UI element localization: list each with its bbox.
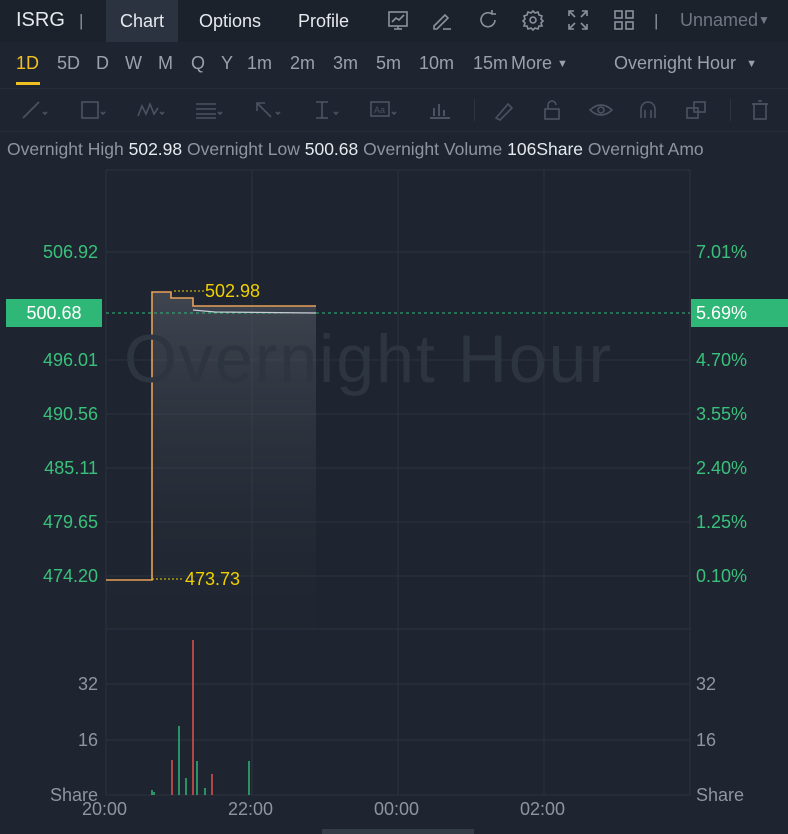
volume-axis-label: 16: [77, 730, 98, 750]
price-axis-label: 506.92: [42, 242, 98, 262]
price-axis-label: 490.56: [42, 404, 98, 424]
measure-tool-icon[interactable]: [310, 98, 340, 122]
interval-d[interactable]: D: [96, 53, 109, 74]
ticker-symbol[interactable]: ISRG: [16, 9, 65, 32]
svg-text:Aa: Aa: [374, 105, 385, 115]
overnight-high-value: 502.98: [128, 139, 183, 159]
magnet-icon[interactable]: [636, 98, 666, 122]
interval-1d[interactable]: 1D: [16, 53, 39, 74]
percent-axis-label: 3.55%: [696, 404, 748, 424]
trash-icon[interactable]: [748, 98, 778, 122]
caret-down-icon: ▼: [557, 58, 568, 70]
layout-name: Unnamed: [680, 10, 759, 30]
lock-icon[interactable]: [540, 98, 570, 122]
percent-axis-label: 7.01%: [696, 242, 748, 262]
overnight-volume-value: 106Share: [507, 139, 584, 159]
arrow-tool-icon[interactable]: [252, 98, 282, 122]
divider: [730, 99, 731, 121]
overnight-high-label: Overnight High: [7, 139, 124, 159]
fibonacci-tool-icon[interactable]: [194, 98, 224, 122]
interval-10m[interactable]: 10m: [419, 53, 454, 74]
current-price-tag: 500.68: [6, 299, 102, 327]
edit-icon[interactable]: [430, 8, 454, 32]
session-select[interactable]: Overnight Hour ▼: [614, 53, 757, 74]
session-select-label: Overnight Hour: [614, 53, 737, 73]
percent-axis-label: 1.25%: [696, 512, 748, 532]
session-stats: Overnight High 502.98 Overnight Low 500.…: [7, 139, 704, 160]
refresh-icon[interactable]: [476, 8, 500, 32]
interval-5m[interactable]: 5m: [376, 53, 401, 74]
divider: [474, 99, 475, 121]
interval-m[interactable]: M: [158, 53, 173, 74]
layout-name-dropdown[interactable]: Unnamed▼: [680, 10, 770, 31]
volume-axis-label: 16: [696, 730, 717, 750]
more-intervals-dropdown[interactable]: More ▼: [511, 53, 568, 74]
visibility-eye-icon[interactable]: [588, 98, 618, 122]
high-annotation: 502.98: [205, 281, 261, 301]
interval-15m[interactable]: 15m: [473, 53, 508, 74]
tab-chart[interactable]: Chart: [106, 0, 179, 42]
interval-w[interactable]: W: [125, 53, 142, 74]
caret-down-icon: ▼: [758, 13, 770, 27]
settings-gear-icon[interactable]: [521, 8, 545, 32]
more-label: More: [511, 53, 553, 73]
interval-2m[interactable]: 2m: [290, 53, 315, 74]
indicator-tool-icon[interactable]: [426, 98, 456, 122]
current-percent-tag: 5.69%: [691, 299, 788, 327]
volume-axis-label: 32: [696, 674, 717, 694]
tab-profile[interactable]: Profile: [284, 0, 363, 42]
rectangle-tool-icon[interactable]: [78, 98, 108, 122]
trendline-tool-icon[interactable]: [20, 98, 50, 122]
price-axis-label: 496.01: [42, 350, 98, 370]
divider: |: [79, 11, 84, 30]
overnight-amount-label: Overnight Amo: [587, 139, 704, 159]
pen-tool-icon[interactable]: [492, 98, 522, 122]
volume-axis-label: 32: [77, 674, 98, 694]
time-axis-label: 02:00: [520, 799, 566, 819]
percent-axis-label: 2.40%: [696, 458, 748, 478]
interval-bar: 1D 5D D W M Q Y 1m 2m 3m 5m 10m 15m More…: [0, 42, 788, 86]
interval-y[interactable]: Y: [221, 53, 233, 74]
interval-1m[interactable]: 1m: [247, 53, 272, 74]
interval-q[interactable]: Q: [191, 53, 205, 74]
interval-5d[interactable]: 5D: [57, 53, 80, 74]
volume-bars: [151, 640, 250, 795]
layout-grid-icon[interactable]: [612, 8, 636, 32]
time-axis-label: 00:00: [374, 799, 420, 819]
session-watermark: Overnight Hour: [124, 321, 614, 397]
time-axis-label: 20:00: [82, 799, 128, 819]
price-chart[interactable]: [0, 160, 788, 830]
active-interval-underline: [16, 82, 40, 85]
layers-icon[interactable]: [684, 98, 714, 122]
overnight-low-label: Overnight Low: [187, 139, 300, 159]
chart-scrollbar[interactable]: [322, 829, 474, 834]
fullscreen-icon[interactable]: [566, 8, 590, 32]
price-axis-label: 474.20: [42, 566, 98, 586]
pattern-tool-icon[interactable]: [136, 98, 166, 122]
drawing-toolbar: Aa: [0, 88, 788, 132]
percent-axis-label: 0.10%: [696, 566, 748, 586]
top-toolbar: ISRG | Chart Options Profile | Unnamed▼: [0, 0, 788, 42]
tab-options[interactable]: Options: [185, 0, 275, 42]
interval-3m[interactable]: 3m: [333, 53, 358, 74]
low-annotation: 473.73: [185, 569, 241, 589]
overnight-volume-label: Overnight Volume: [363, 139, 503, 159]
chart-type-icon[interactable]: [386, 8, 410, 32]
time-axis-label: 22:00: [228, 799, 274, 819]
divider: |: [654, 11, 659, 30]
caret-down-icon: ▼: [746, 58, 757, 70]
price-axis-label: 479.65: [42, 512, 98, 532]
text-tool-icon[interactable]: Aa: [368, 98, 398, 122]
percent-axis-label: 4.70%: [696, 350, 748, 370]
overnight-low-value: 500.68: [304, 139, 359, 159]
volume-axis-label: Share: [696, 785, 745, 805]
price-axis-label: 485.11: [44, 458, 98, 478]
